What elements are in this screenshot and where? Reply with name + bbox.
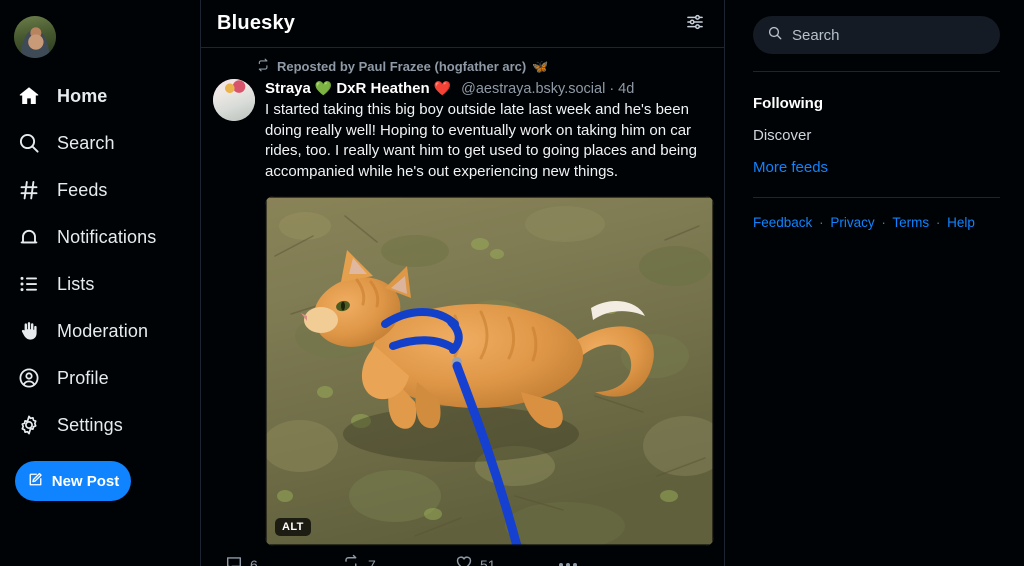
meta-separator: · (609, 81, 615, 97)
search-icon (767, 25, 783, 46)
dot-icon (566, 562, 570, 566)
gear-icon (16, 412, 42, 438)
feed-link-following[interactable]: Following (753, 88, 1000, 120)
post-author-avatar-image (213, 79, 255, 121)
feeds-list: Following Discover More feeds (753, 72, 1000, 184)
avatar-image (14, 16, 56, 58)
sidebar-item-search[interactable]: Search (0, 119, 200, 166)
post-image-graphic (265, 196, 714, 546)
compose-icon (27, 471, 44, 492)
hand-icon (16, 318, 42, 344)
like-button[interactable]: 51 (455, 554, 559, 566)
right-sidebar: Following Discover More feeds Feedback ·… (725, 0, 1024, 566)
post[interactable]: Reposted by Paul Frazee (hogfather arc) … (201, 48, 724, 566)
like-count: 51 (480, 556, 496, 566)
bell-icon (16, 224, 42, 250)
feed-header: Bluesky (201, 0, 724, 48)
post-meta: Straya 💚 DxR Heathen ❤️ @aestraya.bsky.s… (265, 78, 712, 99)
list-icon (16, 271, 42, 297)
repost-indicator[interactable]: Reposted by Paul Frazee (hogfather arc) … (257, 58, 712, 75)
footer-separator: · (935, 215, 941, 230)
author-display-name-part2[interactable]: DxR Heathen (336, 79, 429, 99)
feed-link-more-feeds[interactable]: More feeds (753, 152, 1000, 184)
reply-icon (225, 554, 243, 566)
footer-link-terms[interactable]: Terms (892, 215, 929, 230)
post-main: Straya 💚 DxR Heathen ❤️ @aestraya.bsky.s… (265, 78, 714, 546)
footer-separator: · (819, 215, 824, 230)
dot-icon (573, 562, 577, 566)
sidebar-item-settings[interactable]: Settings (0, 401, 200, 448)
sidebar-item-label: Lists (57, 273, 95, 294)
search-box[interactable] (753, 16, 1000, 54)
more-options-button[interactable] (559, 562, 577, 566)
sidebar-item-label: Notifications (57, 226, 157, 247)
avatar[interactable] (14, 16, 56, 58)
repost-icon (257, 58, 271, 75)
green-heart-icon: 💚 (314, 80, 333, 96)
sidebar-item-label: Home (57, 85, 108, 106)
post-actions: 6 7 51 (213, 546, 712, 566)
reply-count: 6 (250, 556, 258, 566)
sidebar-item-lists[interactable]: Lists (0, 260, 200, 307)
sidebar-item-profile[interactable]: Profile (0, 354, 200, 401)
red-heart-icon: ❤️ (433, 80, 452, 96)
sidebar-item-label: Search (57, 132, 115, 153)
author-display-name[interactable]: Straya (265, 79, 311, 99)
post-text: I started taking this big boy outside la… (265, 101, 697, 180)
home-icon (16, 83, 42, 109)
new-post-label: New Post (51, 472, 120, 490)
heart-icon (455, 554, 473, 566)
post-author-avatar[interactable] (213, 79, 255, 121)
sidebar-item-label: Profile (57, 367, 109, 388)
feed-column: Bluesky Reposted by Paul Frazee (hogfath… (200, 0, 725, 566)
post-image[interactable]: ALT (265, 196, 714, 546)
post-timestamp[interactable]: 4d (618, 79, 634, 99)
sidebar-item-label: Moderation (57, 320, 149, 341)
footer-link-feedback[interactable]: Feedback (753, 215, 812, 230)
footer-separator: · (881, 215, 886, 230)
sidebar-item-label: Feeds (57, 179, 108, 200)
person-circle-icon (16, 365, 42, 391)
author-handle[interactable]: @aestraya.bsky.social (461, 79, 605, 99)
alt-badge[interactable]: ALT (275, 518, 311, 536)
post-body: Straya 💚 DxR Heathen ❤️ @aestraya.bsky.s… (213, 78, 714, 546)
sidebar-item-notifications[interactable]: Notifications (0, 213, 200, 260)
sidebar-item-label: Settings (57, 414, 123, 435)
sidebar-item-feeds[interactable]: Feeds (0, 166, 200, 213)
sidebar-item-moderation[interactable]: Moderation (0, 307, 200, 354)
primary-nav: Home Search Feeds Notifications Lists Mo… (0, 72, 200, 448)
left-sidebar: Home Search Feeds Notifications Lists Mo… (0, 0, 200, 566)
new-post-button[interactable]: New Post (15, 461, 131, 501)
app-root: Home Search Feeds Notifications Lists Mo… (0, 0, 1024, 566)
repost-by-label: Reposted by Paul Frazee (hogfather arc) (277, 59, 527, 74)
repost-count: 7 (368, 556, 376, 566)
footer-link-privacy[interactable]: Privacy (830, 215, 874, 230)
footer-link-help[interactable]: Help (947, 215, 975, 230)
reply-button[interactable]: 6 (225, 554, 343, 566)
search-input[interactable] (792, 26, 986, 44)
search-icon (16, 130, 42, 156)
hash-icon (16, 177, 42, 203)
sliders-icon (685, 12, 705, 35)
footer-links: Feedback · Privacy · Terms · Help (753, 198, 1000, 230)
feed-filter-button[interactable] (680, 9, 710, 39)
repost-button[interactable]: 7 (343, 554, 455, 566)
butterfly-icon: 🦋 (532, 58, 549, 74)
page-title: Bluesky (217, 12, 296, 34)
dot-icon (559, 562, 563, 566)
feed-link-discover[interactable]: Discover (753, 120, 1000, 152)
repost-icon (343, 554, 361, 566)
sidebar-item-home[interactable]: Home (0, 72, 200, 119)
